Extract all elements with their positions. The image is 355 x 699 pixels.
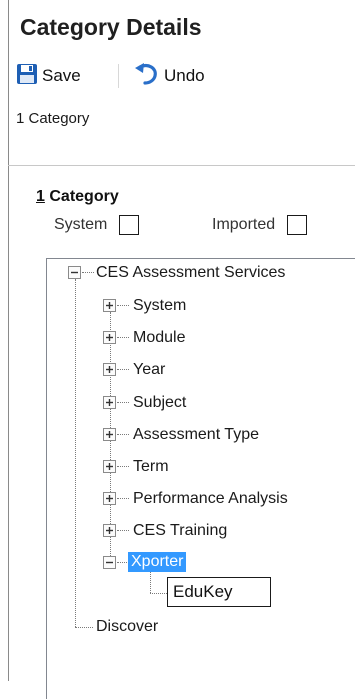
window-left-border <box>8 0 9 681</box>
tree-node-root[interactable]: CES Assessment Services <box>96 263 285 283</box>
save-label: Save <box>42 66 81 85</box>
tree-node-edit-input[interactable] <box>167 577 271 607</box>
tree-connector <box>117 402 129 403</box>
plus-expander-icon[interactable] <box>103 331 116 344</box>
tree-connector <box>82 272 94 273</box>
toolbar-separator <box>118 64 119 88</box>
panel-top-border <box>8 165 355 166</box>
system-label: System <box>54 216 108 233</box>
tree-connector <box>117 498 129 499</box>
imported-label: Imported <box>212 216 276 233</box>
imported-checkbox[interactable] <box>287 215 308 235</box>
tree-node-assessment-type[interactable]: Assessment Type <box>133 425 259 445</box>
undo-button[interactable]: Undo <box>134 60 205 92</box>
tree-node-performance-analysis[interactable]: Performance Analysis <box>133 489 288 509</box>
tree-connector <box>117 305 129 306</box>
tree-node-subject[interactable]: Subject <box>133 393 186 413</box>
category-tree-box <box>46 258 355 699</box>
plus-expander-icon[interactable] <box>103 492 116 505</box>
plus-expander-icon[interactable] <box>103 363 116 376</box>
group-title-accelerator: 1 <box>36 188 45 205</box>
toolbar: Save Undo <box>14 60 355 92</box>
tree-connector <box>75 279 76 627</box>
tree-node-term[interactable]: Term <box>133 457 169 477</box>
system-flag: System <box>54 214 140 236</box>
tree-node-year[interactable]: Year <box>133 360 165 380</box>
tree-connector <box>150 593 167 594</box>
plus-expander-icon[interactable] <box>103 428 116 441</box>
tree-connector <box>117 530 129 531</box>
minus-expander-icon[interactable] <box>103 556 116 569</box>
tree-node-system[interactable]: System <box>133 296 186 316</box>
group-title-text: Category <box>49 188 119 205</box>
plus-expander-icon[interactable] <box>103 299 116 312</box>
tree-node-ces-training[interactable]: CES Training <box>133 521 227 541</box>
undo-arrow-icon <box>134 62 160 91</box>
undo-label: Undo <box>164 66 205 85</box>
group-title: 1 Category <box>36 188 119 206</box>
plus-expander-icon[interactable] <box>103 396 116 409</box>
tree-connector <box>117 369 129 370</box>
save-button[interactable]: Save <box>16 60 81 92</box>
tree-node-discover[interactable]: Discover <box>96 617 158 637</box>
plus-expander-icon[interactable] <box>103 460 116 473</box>
tree-node-module[interactable]: Module <box>133 328 185 348</box>
tree-connector <box>117 337 129 338</box>
system-checkbox[interactable] <box>119 215 140 235</box>
minus-expander-icon[interactable] <box>68 266 81 279</box>
imported-flag: Imported <box>212 214 308 236</box>
page-title: Category Details <box>20 14 202 40</box>
breadcrumb: 1 Category <box>16 110 90 127</box>
tree-connector <box>75 627 93 628</box>
tree-node-xporter[interactable]: Xporter <box>128 552 187 572</box>
plus-expander-icon[interactable] <box>103 524 116 537</box>
floppy-disk-icon <box>16 63 38 90</box>
tree-connector <box>117 434 129 435</box>
tree-connector <box>117 466 129 467</box>
tree-connector <box>150 571 151 593</box>
